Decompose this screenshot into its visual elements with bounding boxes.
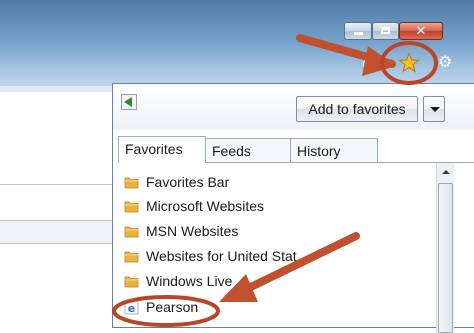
folder-icon <box>124 251 139 263</box>
add-to-favorites-dropdown[interactable] <box>423 96 445 122</box>
list-item-pearson[interactable]: e Pearson <box>124 296 424 318</box>
window-frame <box>0 0 474 95</box>
minimize-icon <box>354 32 363 35</box>
list-item[interactable]: Favorites Bar <box>124 171 424 193</box>
close-button[interactable]: ✕ <box>399 22 443 40</box>
tab-feeds[interactable]: Feeds <box>205 138 291 162</box>
maximize-icon <box>381 27 390 34</box>
chevron-up-icon <box>442 170 450 174</box>
list-item[interactable]: Websites for United Stat <box>124 245 424 267</box>
item-label: MSN Websites <box>146 223 239 239</box>
content-strip <box>0 220 112 244</box>
minimize-button[interactable] <box>344 22 372 40</box>
item-label: Websites for United Stat <box>146 248 297 264</box>
maximize-button[interactable] <box>372 22 399 40</box>
favorites-list: Favorites Bar Microsoft Websites MSN Web… <box>118 163 436 333</box>
item-label: Microsoft Websites <box>146 198 264 214</box>
favorites-star-icon[interactable] <box>398 52 420 74</box>
folder-icon <box>124 201 139 213</box>
scroll-up-button[interactable] <box>438 164 453 180</box>
page-content <box>0 92 113 328</box>
close-icon: ✕ <box>415 23 427 38</box>
content-divider <box>0 184 112 185</box>
scroll-thumb[interactable] <box>438 183 453 333</box>
home-icon[interactable]: ⌂ <box>362 55 378 71</box>
item-label: Favorites Bar <box>146 174 230 190</box>
favorites-scrollbar[interactable] <box>436 163 454 333</box>
list-item[interactable]: MSN Websites <box>124 220 424 242</box>
list-item[interactable]: Windows Live <box>124 270 424 292</box>
folder-icon <box>124 226 139 238</box>
folder-icon <box>124 177 139 189</box>
list-item[interactable]: Microsoft Websites <box>124 195 424 217</box>
tab-history[interactable]: History <box>290 138 378 162</box>
pin-arrow-icon <box>124 97 132 107</box>
favorites-center: Add to favorites Favorites Feeds History… <box>112 83 474 333</box>
add-to-favorites-button[interactable]: Add to favorites <box>296 96 418 122</box>
svg-text:e: e <box>128 302 135 315</box>
chevron-down-icon <box>430 107 440 112</box>
tab-favorites[interactable]: Favorites <box>118 136 206 163</box>
item-label: Pearson <box>146 299 199 315</box>
item-label: Windows Live <box>146 273 233 289</box>
ie-page-icon: e <box>124 300 139 315</box>
gear-icon[interactable]: ⚙ <box>438 55 454 71</box>
folder-icon <box>124 276 139 288</box>
favorites-header: Add to favorites <box>113 84 474 130</box>
pin-favorites-center-button[interactable] <box>121 94 137 110</box>
